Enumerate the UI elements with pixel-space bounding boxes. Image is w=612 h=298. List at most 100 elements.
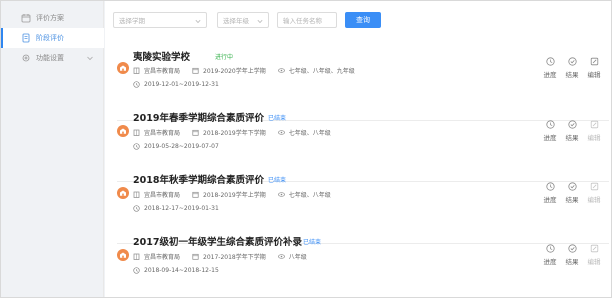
clock-icon xyxy=(133,205,140,212)
edit-button[interactable]: 编辑 xyxy=(583,120,605,142)
results-label: 结果 xyxy=(565,258,579,266)
clock-icon xyxy=(545,57,555,66)
edit-label: 编辑 xyxy=(587,258,601,266)
semester-select[interactable]: 选择学期 xyxy=(113,12,207,28)
sidebar-item-stage-evaluation[interactable]: 阶段评价 xyxy=(1,28,104,48)
progress-label: 进度 xyxy=(543,196,557,204)
edit-icon xyxy=(590,182,599,191)
clock-icon xyxy=(545,182,555,191)
calendar-icon xyxy=(192,129,199,136)
date-range: 2018-09-14~2018-12-15 xyxy=(144,267,219,274)
grades: 七年级、八年级、九年级 xyxy=(288,68,355,75)
eye-icon xyxy=(277,191,285,198)
status-badge: 已结束 xyxy=(303,239,322,246)
results-label: 结果 xyxy=(565,134,579,142)
card-dates: 2019-12-01~2019-12-31 xyxy=(133,81,231,88)
card-dates: 2018-12-17~2019-01-31 xyxy=(133,205,231,212)
grade-select[interactable]: 选择年级 xyxy=(217,12,269,28)
results-label: 结果 xyxy=(565,196,579,204)
results-button[interactable]: 结果 xyxy=(561,57,583,79)
edit-button[interactable]: 编辑 xyxy=(583,244,605,266)
progress-label: 进度 xyxy=(543,71,557,79)
card-title[interactable]: 2018年秋季学期综合素质评价 xyxy=(133,172,264,186)
evaluation-card[interactable]: 2017级初一年级学生综合素质评价补录 已结束 宜昌市教育局 2017-2018… xyxy=(117,234,609,298)
semester: 2018-2019学年下学期 xyxy=(203,130,266,137)
edit-button[interactable]: 编辑 xyxy=(583,182,605,204)
filter-bar: 选择学期 选择年级 输入任务名称 查询 xyxy=(113,11,381,29)
semester: 2018-2019学年上学期 xyxy=(203,192,266,199)
sidebar-item-label: 阶段评价 xyxy=(36,34,64,42)
eye-icon xyxy=(277,129,285,136)
calendar-icon xyxy=(192,191,199,198)
status-badge: 进行中 xyxy=(215,54,234,61)
check-circle-icon xyxy=(567,244,577,253)
card-dates: 2018-09-14~2018-12-15 xyxy=(133,267,231,274)
card-meta: 宜昌市教育局 2019-2020学年上学期 七年级、八年级、九年级 xyxy=(133,66,367,75)
results-button[interactable]: 结果 xyxy=(561,182,583,204)
grade-placeholder: 选择年级 xyxy=(223,17,249,25)
semester: 2019-2020学年上学期 xyxy=(203,68,266,75)
org-name: 宜昌市教育局 xyxy=(144,254,181,261)
clock-icon xyxy=(133,81,140,88)
task-name-input[interactable]: 输入任务名称 xyxy=(277,12,337,28)
eye-icon xyxy=(277,253,285,260)
edit-label: 编辑 xyxy=(587,134,601,142)
card-meta: 宜昌市教育局 2017-2018学年下学期 八年级 xyxy=(133,252,319,261)
check-circle-icon xyxy=(567,182,577,191)
progress-label: 进度 xyxy=(543,258,557,266)
org-name: 宜昌市教育局 xyxy=(144,130,181,137)
sidebar: 评价方案 阶段评价 功能设置 xyxy=(1,1,104,297)
clock-icon xyxy=(133,267,140,274)
status-badge: 已结束 xyxy=(268,115,287,122)
semester: 2017-2018学年下学期 xyxy=(203,254,266,261)
progress-label: 进度 xyxy=(543,134,557,142)
results-button[interactable]: 结果 xyxy=(561,244,583,266)
card-meta: 宜昌市教育局 2018-2019学年上学期 七年级、八年级 xyxy=(133,190,343,199)
card-actions: 进度 结果 编辑 xyxy=(539,57,605,79)
school-icon xyxy=(117,62,129,74)
calendar-icon xyxy=(21,13,31,23)
card-title[interactable]: 夷陵实验学校 xyxy=(133,49,190,63)
sidebar-item-settings[interactable]: 功能设置 xyxy=(1,48,104,68)
building-icon xyxy=(133,67,140,74)
chevron-down-icon[interactable] xyxy=(86,54,94,62)
progress-button[interactable]: 进度 xyxy=(539,120,561,142)
org-name: 宜昌市教育局 xyxy=(144,192,181,199)
progress-button[interactable]: 进度 xyxy=(539,57,561,79)
status-badge: 已结束 xyxy=(268,177,287,184)
school-icon xyxy=(117,187,129,199)
org-name: 宜昌市教育局 xyxy=(144,68,181,75)
card-actions: 进度 结果 编辑 xyxy=(539,244,605,266)
calendar-icon xyxy=(192,67,199,74)
progress-button[interactable]: 进度 xyxy=(539,244,561,266)
card-actions: 进度 结果 编辑 xyxy=(539,182,605,204)
clock-icon xyxy=(545,244,555,253)
clock-icon xyxy=(133,143,140,150)
grades: 七年级、八年级 xyxy=(288,130,331,137)
results-button[interactable]: 结果 xyxy=(561,120,583,142)
grades: 八年级 xyxy=(288,254,307,261)
progress-button[interactable]: 进度 xyxy=(539,182,561,204)
sidebar-item-label: 评价方案 xyxy=(36,14,64,22)
edit-button[interactable]: 编辑 xyxy=(583,57,605,79)
building-icon xyxy=(133,191,140,198)
school-icon xyxy=(117,249,129,261)
card-dates: 2019-05-28~2019-07-07 xyxy=(133,143,231,150)
edit-label: 编辑 xyxy=(587,196,601,204)
gear-icon xyxy=(21,53,31,63)
edit-label: 编辑 xyxy=(587,71,601,79)
eye-icon xyxy=(277,67,285,74)
card-title[interactable]: 2019年春季学期综合素质评价 xyxy=(133,110,264,124)
task-placeholder: 输入任务名称 xyxy=(283,17,322,25)
card-title[interactable]: 2017级初一年级学生综合素质评价补录 xyxy=(133,234,302,248)
sidebar-item-evaluation-plan[interactable]: 评价方案 xyxy=(1,8,104,28)
building-icon xyxy=(133,129,140,136)
card-meta: 宜昌市教育局 2018-2019学年下学期 七年级、八年级 xyxy=(133,128,343,137)
chevron-down-icon xyxy=(257,18,263,24)
date-range: 2019-12-01~2019-12-31 xyxy=(144,81,219,88)
edit-icon xyxy=(590,120,599,129)
card-actions: 进度 结果 编辑 xyxy=(539,120,605,142)
clock-icon xyxy=(545,120,555,129)
query-button[interactable]: 查询 xyxy=(345,12,381,28)
check-circle-icon xyxy=(567,120,577,129)
